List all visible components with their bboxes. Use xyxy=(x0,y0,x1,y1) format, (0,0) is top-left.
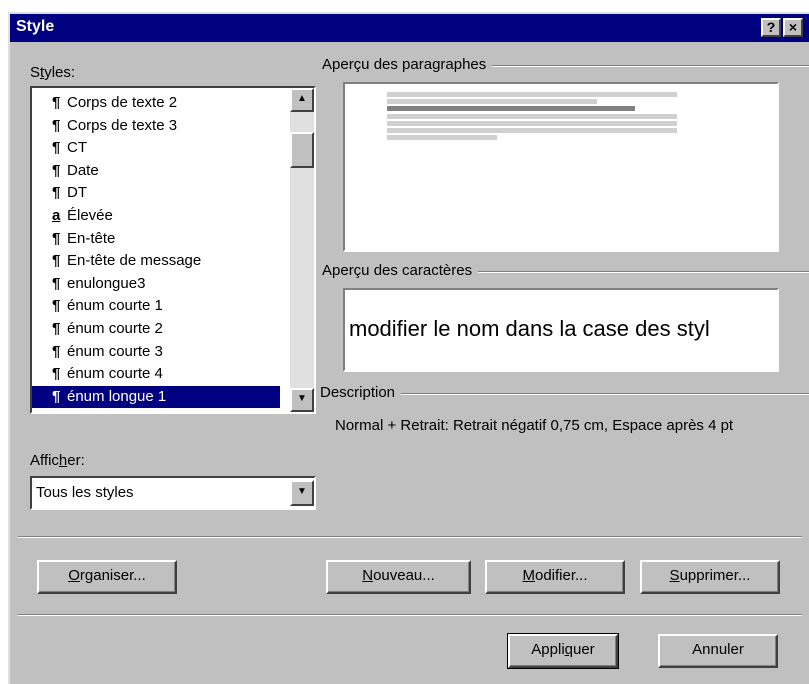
title-bar[interactable]: Style ? × xyxy=(10,14,809,42)
appliquer-button[interactable]: Appliquer xyxy=(507,633,619,669)
paragraph-style-icon: ¶ xyxy=(52,297,61,315)
paragraph-style-icon: ¶ xyxy=(52,274,61,292)
paragraph-style-icon: ¶ xyxy=(52,94,61,111)
organiser-button[interactable]: Organiser... xyxy=(37,560,177,594)
afficher-select[interactable]: Tous les styles ▼ xyxy=(30,476,316,510)
style-list-item[interactable]: ¶ énum courte 1 xyxy=(32,295,280,318)
style-list-item-label: énum courte 4 xyxy=(67,365,163,383)
style-list-item[interactable]: ¶ Corps de texte 2 xyxy=(32,92,280,115)
paragraph-style-icon: ¶ xyxy=(52,116,61,134)
style-list-item-label: Élevée xyxy=(67,207,113,224)
modifier-button[interactable]: Modifier... xyxy=(485,560,625,594)
nouveau-button[interactable]: Nouveau... xyxy=(326,560,471,594)
paragraphs-preview-label: Aperçu des paragraphes xyxy=(322,56,493,73)
preview-line xyxy=(387,114,677,119)
style-list-item-label: Corps de texte 3 xyxy=(67,116,178,134)
style-list-item[interactable]: ¶ En-tête xyxy=(32,228,280,251)
close-button[interactable]: × xyxy=(783,18,803,37)
paragraph-style-icon: ¶ xyxy=(52,320,61,337)
preview-line xyxy=(387,135,497,140)
style-list-item[interactable]: ¶ CT xyxy=(32,137,280,160)
style-list-item-label: Corps de texte 2 xyxy=(67,94,178,111)
style-list-item-label: DT xyxy=(67,184,87,202)
style-list-item[interactable]: ¶ énum courte 2 xyxy=(32,318,280,341)
style-list-item-label: enulongue3 xyxy=(67,274,146,292)
afficher-value: Tous les styles xyxy=(36,484,134,501)
scroll-up-arrow-icon[interactable]: ▲ xyxy=(290,88,314,112)
paragraph-style-icon: ¶ xyxy=(52,229,61,247)
separator-1 xyxy=(18,536,802,538)
style-list-item[interactable]: ¶ énum courte 3 xyxy=(32,341,280,364)
dropdown-arrow-icon[interactable]: ▼ xyxy=(290,480,314,506)
style-list-item[interactable]: ¶ En-tête de message xyxy=(32,250,280,273)
description-label: Description xyxy=(320,384,402,401)
annuler-button[interactable]: Annuler xyxy=(658,634,778,668)
preview-line xyxy=(387,121,677,126)
separator-2 xyxy=(18,614,802,616)
style-list-item[interactable]: a Élevée xyxy=(32,205,280,228)
description-text: Normal + Retrait: Retrait négatif 0,75 c… xyxy=(335,417,734,434)
afficher-label: Afficher: xyxy=(30,452,85,469)
paragraph-style-icon: ¶ xyxy=(52,161,61,179)
paragraphs-preview-box xyxy=(343,82,779,252)
styles-label: Styles: xyxy=(30,64,76,81)
style-list-item-label: énum courte 3 xyxy=(67,342,163,360)
style-list-item-label: énum longue 1 xyxy=(67,387,167,405)
help-button[interactable]: ? xyxy=(761,18,781,37)
style-list-item[interactable]: ¶ enulongue3 xyxy=(32,273,280,296)
styles-list-items: ¶ Corps de texte 2 ¶ Corps de texte 3 ¶ CT ¶ Da… xyxy=(32,92,290,410)
characters-preview-box: modifier le nom dans la case des styl xyxy=(343,288,779,372)
styles-list[interactable]: ¶ Corps de texte 2 ¶ Corps de texte 3 ¶ CT ¶ Da… xyxy=(30,86,316,414)
style-dialog: Style ? × Styles: ¶ Corps de texte 2 ¶ Corp… xyxy=(8,12,809,684)
style-list-item[interactable]: ¶ DT xyxy=(32,182,280,205)
style-list-item[interactable]: ¶ Date xyxy=(32,160,280,183)
preview-line-current xyxy=(387,106,635,111)
style-list-item-label: En-tête xyxy=(67,229,116,247)
style-list-item[interactable]: ¶ énum longue 1 xyxy=(32,385,280,409)
style-list-item[interactable]: ¶ Corps de texte 3 xyxy=(32,115,280,138)
dialog-title: Style xyxy=(16,18,55,35)
preview-line xyxy=(387,128,677,133)
paragraph-style-icon: ¶ xyxy=(52,342,61,360)
paragraph-style-icon: ¶ xyxy=(52,387,61,405)
paragraph-style-icon: ¶ xyxy=(52,252,61,270)
preview-line xyxy=(387,92,677,97)
styles-scrollbar[interactable]: ▲ ▼ xyxy=(290,88,314,412)
paragraph-style-icon: ¶ xyxy=(52,365,61,383)
character-style-icon: a xyxy=(52,207,61,224)
style-list-item-label: En-tête de message xyxy=(67,252,202,270)
style-list-item-label: énum courte 2 xyxy=(67,320,163,337)
style-list-item-label: CT xyxy=(67,139,87,157)
paragraph-style-icon: ¶ xyxy=(52,139,61,157)
style-list-item-label: Date xyxy=(67,161,99,179)
characters-preview-label: Aperçu des caractères xyxy=(322,262,479,279)
supprimer-button[interactable]: Supprimer... xyxy=(640,560,780,594)
style-list-item-label: énum courte 1 xyxy=(67,297,163,315)
characters-preview-text: modifier le nom dans la case des styl xyxy=(349,316,710,341)
scroll-thumb[interactable] xyxy=(290,132,314,168)
paragraph-style-icon: ¶ xyxy=(52,184,61,202)
style-list-item[interactable]: ¶ énum courte 4 xyxy=(32,363,280,386)
preview-line xyxy=(387,99,597,104)
scroll-down-arrow-icon[interactable]: ▼ xyxy=(290,388,314,412)
